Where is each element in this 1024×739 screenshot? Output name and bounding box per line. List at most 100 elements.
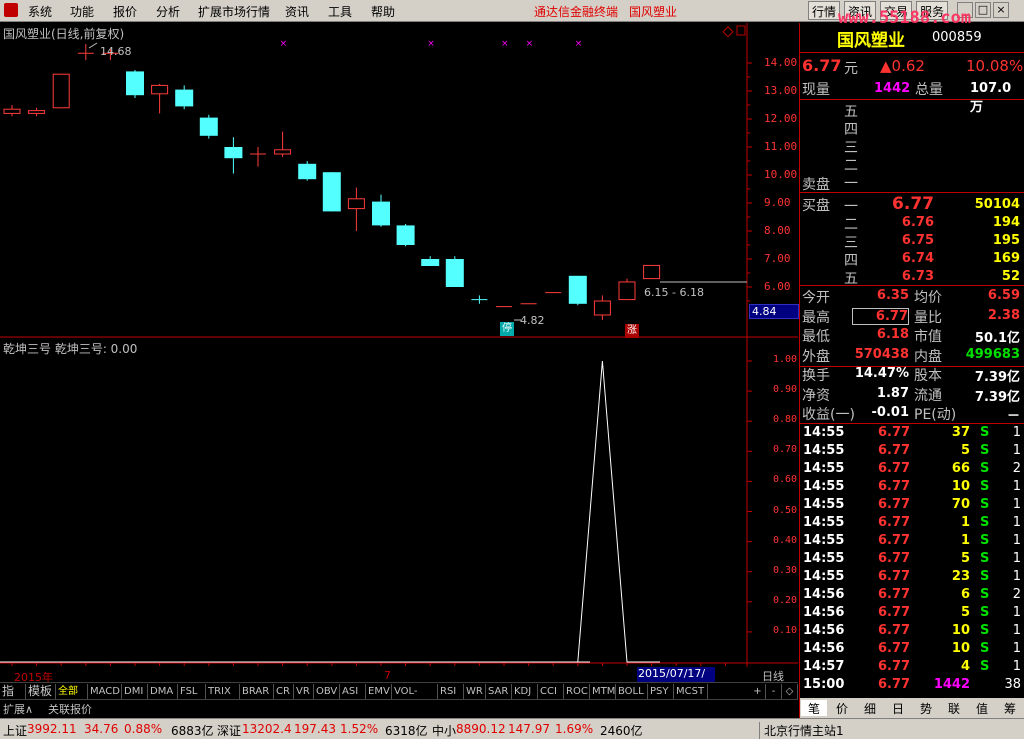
candle — [618, 278, 636, 301]
indicator-tab[interactable]: WR — [464, 684, 486, 699]
tick-side: S — [980, 569, 990, 584]
menu-help[interactable]: 帮助 — [371, 3, 395, 20]
indicator-tab[interactable]: BOLL — [616, 684, 648, 699]
stat-label: 均价 — [914, 290, 942, 306]
tick-row[interactable]: 14:55 6.77 1 S 1 — [800, 515, 1024, 533]
panel-tab[interactable]: 细 — [857, 700, 883, 716]
panel-tab[interactable]: 价 — [829, 700, 855, 716]
indicator-tab[interactable]: 模板 — [26, 684, 56, 699]
indicator-tab[interactable]: FSL — [178, 684, 206, 699]
maximize-icon[interactable]: □ — [975, 2, 991, 18]
menu-extended-market[interactable]: 扩展市场行情 — [198, 3, 270, 20]
close-icon[interactable]: × — [993, 2, 1009, 18]
tick-time: 14:55 — [803, 425, 845, 440]
indicator-tab[interactable]: DMI — [122, 684, 148, 699]
menu-quote[interactable]: 报价 — [113, 3, 137, 20]
stock-code: 000859 — [932, 30, 982, 45]
panel-tab[interactable]: 笔 — [801, 700, 827, 716]
tick-row[interactable]: 14:55 6.77 23 S 1 — [800, 569, 1024, 587]
indicator-tab[interactable]: PSY — [648, 684, 674, 699]
stat-label: 今开 — [802, 290, 830, 306]
tick-row[interactable]: 14:56 6.77 10 S 1 — [800, 623, 1024, 641]
quote-button[interactable]: 行情 — [808, 1, 841, 20]
low-price-label: 4.82 — [520, 314, 545, 327]
indicator-tab[interactable]: MACD — [88, 684, 122, 699]
price-tick: 8.00 — [764, 224, 791, 237]
tick-price: 6.77 — [878, 497, 911, 512]
candle — [593, 295, 611, 321]
menu-function[interactable]: 功能 — [70, 3, 94, 20]
price-tick: 11.00 — [764, 140, 798, 153]
menu-info[interactable]: 资讯 — [285, 3, 309, 20]
tick-volume: 70 — [951, 497, 970, 512]
tab-scroll-button[interactable]: - — [766, 684, 782, 699]
menu-tools[interactable]: 工具 — [328, 3, 352, 20]
tick-volume: 5 — [960, 605, 970, 620]
tick-time: 14:55 — [803, 461, 845, 476]
buy-volume: 52 — [1001, 269, 1020, 284]
expand-button[interactable]: 扩展∧ — [3, 701, 33, 717]
chart-area[interactable]: × × × × × 国风塑业(日线,前复权) 乾坤三号 乾坤三号: 0.00 14.68… — [0, 23, 799, 695]
indicator-tab[interactable]: SAR — [486, 684, 512, 699]
price-change: ▲0.62 — [880, 57, 925, 75]
tick-count: 2 — [1012, 461, 1021, 476]
app-logo-icon — [4, 3, 18, 17]
indicator-tab[interactable]: KDJ — [512, 684, 538, 699]
tick-time: 14:55 — [803, 569, 845, 584]
sell-level-label: 五 — [844, 104, 858, 120]
tick-row[interactable]: 15:00 6.77 1442 38 — [800, 677, 1024, 695]
status-bar: 上证 3992.11 34.76 0.88% 6883亿 深证 13202.4 … — [0, 718, 1024, 739]
indicator-tab[interactable]: TRIX — [206, 684, 240, 699]
tick-volume: 1 — [960, 533, 970, 548]
indicator-tab[interactable]: ASI — [340, 684, 366, 699]
panel-tab[interactable]: 势 — [913, 700, 939, 716]
menu-analysis[interactable]: 分析 — [156, 3, 180, 20]
indicator-line — [0, 360, 660, 663]
buy-level-label: 二 — [844, 217, 858, 233]
tick-row[interactable]: 14:55 6.77 5 S 1 — [800, 551, 1024, 569]
tick-row[interactable]: 14:56 6.77 5 S 1 — [800, 605, 1024, 623]
server-status[interactable]: 北京行情主站1 — [759, 722, 844, 739]
indicator-tab[interactable]: VOL-TDX — [392, 684, 438, 712]
tick-row[interactable]: 14:55 6.77 10 S 1 — [800, 479, 1024, 497]
tick-row[interactable]: 14:55 6.77 66 S 2 — [800, 461, 1024, 479]
stat-value: 6.59 — [987, 288, 1020, 303]
panel-tab[interactable]: 筹 — [997, 700, 1023, 716]
tab-scroll-button[interactable]: ◇ — [782, 684, 798, 699]
panel-tab[interactable]: 值 — [969, 700, 995, 716]
indicator-tab[interactable]: OBV — [314, 684, 340, 699]
sell-label: 卖盘 — [802, 177, 830, 193]
indicator-tab[interactable]: BRAR — [240, 684, 274, 699]
indicator-tab[interactable]: DMA — [148, 684, 178, 699]
zx-change-pct: 1.69% — [555, 722, 594, 736]
related-quote-button[interactable]: 关联报价 — [48, 701, 92, 717]
menu-system[interactable]: 系统 — [28, 3, 52, 20]
tick-row[interactable]: 14:55 6.77 1 S 1 — [800, 533, 1024, 551]
tick-row[interactable]: 14:55 6.77 37 S 1 — [800, 425, 1024, 443]
tick-row[interactable]: 14:56 6.77 10 S 1 — [800, 641, 1024, 659]
tick-row[interactable]: 14:55 6.77 70 S 1 — [800, 497, 1024, 515]
tick-row[interactable]: 14:56 6.77 6 S 2 — [800, 587, 1024, 605]
indicator-tab[interactable]: 全部 — [56, 684, 88, 699]
indicator-tab[interactable]: MTM — [590, 684, 616, 699]
indicator-tab[interactable]: RSI — [438, 684, 464, 699]
indicator-tab[interactable]: 指标 — [0, 684, 26, 713]
buy-volume: 194 — [992, 215, 1020, 230]
indicator-tab[interactable]: MCST — [674, 684, 708, 699]
indicator-tab[interactable]: CR — [274, 684, 294, 699]
indicator-tab[interactable]: ROC — [564, 684, 590, 699]
panel-tab[interactable]: 日 — [885, 700, 911, 716]
indicator-tab[interactable]: VR — [294, 684, 314, 699]
candle — [568, 275, 587, 306]
sh-change: 34.76 — [84, 722, 119, 736]
buy-label: 买盘 — [802, 198, 830, 214]
sz-index: 13202.4 — [242, 722, 292, 736]
tick-row[interactable]: 14:55 6.77 5 S 1 — [800, 443, 1024, 461]
tab-scroll-button[interactable]: + — [750, 684, 766, 699]
indicator-tab[interactable]: CCI — [538, 684, 564, 699]
tick-volume: 4 — [960, 659, 970, 674]
panel-tab[interactable]: 联 — [941, 700, 967, 716]
tick-row[interactable]: 14:57 6.77 4 S 1 — [800, 659, 1024, 677]
tick-count: 1 — [1012, 659, 1021, 674]
indicator-tab[interactable]: EMV — [366, 684, 392, 699]
